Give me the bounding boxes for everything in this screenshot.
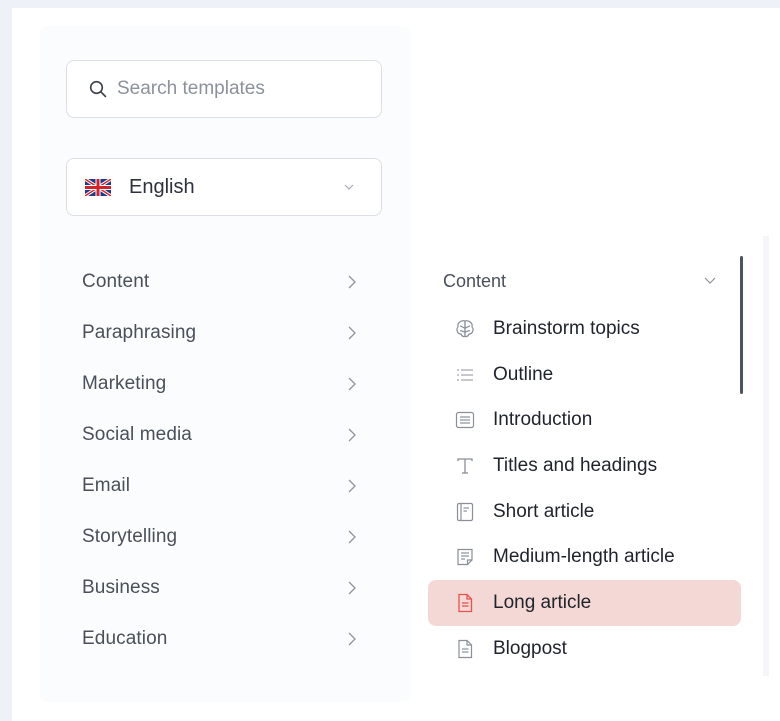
chevron-right-icon <box>348 632 356 645</box>
category-item-storytelling[interactable]: Storytelling <box>82 511 372 562</box>
template-label: Titles and headings <box>493 454 658 476</box>
template-item-introduction[interactable]: Introduction <box>428 397 741 443</box>
category-label: Email <box>82 474 131 496</box>
category-label: Paraphrasing <box>82 321 197 343</box>
category-label: Social media <box>82 423 192 445</box>
list-icon <box>454 364 476 386</box>
short-article-icon <box>454 501 476 523</box>
category-item-email[interactable]: Email <box>82 460 372 511</box>
template-label: Brainstorm topics <box>493 317 640 339</box>
template-label: Short article <box>493 500 595 522</box>
category-label: Business <box>82 576 160 598</box>
search-input[interactable] <box>117 78 357 100</box>
medium-article-icon <box>454 546 476 568</box>
category-label: Marketing <box>82 372 167 394</box>
chevron-right-icon <box>348 479 356 492</box>
template-item-outline[interactable]: Outline <box>428 352 741 398</box>
language-select[interactable]: English <box>66 158 382 216</box>
chevron-right-icon <box>348 377 356 390</box>
text-t-icon <box>454 455 476 477</box>
category-label: Content <box>82 270 150 292</box>
chevron-down-icon <box>344 184 354 190</box>
category-list: Content Paraphrasing Marketing Social me… <box>82 256 372 664</box>
paragraph-box-icon <box>454 409 476 431</box>
chevron-right-icon <box>348 581 356 594</box>
category-item-paraphrasing[interactable]: Paraphrasing <box>82 307 372 358</box>
template-item-blogpost[interactable]: Blogpost <box>428 626 741 672</box>
template-item-medium-length-article[interactable]: Medium-length article <box>428 534 741 580</box>
chevron-right-icon <box>348 428 356 441</box>
blogpost-icon <box>454 638 476 660</box>
chevron-right-icon <box>348 275 356 288</box>
template-label: Blogpost <box>493 637 567 659</box>
category-item-content[interactable]: Content <box>82 256 372 307</box>
template-label: Medium-length article <box>493 546 675 568</box>
submenu-title: Content <box>443 270 507 291</box>
template-item-short-article[interactable]: Short article <box>428 489 741 535</box>
category-label: Storytelling <box>82 525 178 547</box>
submenu-header[interactable]: Content <box>443 266 725 296</box>
chevron-right-icon <box>348 530 356 543</box>
template-label: Outline <box>493 363 554 385</box>
template-label: Introduction <box>493 409 593 431</box>
chevron-right-icon <box>348 326 356 339</box>
category-label: Education <box>82 627 168 649</box>
template-list: Brainstorm topics Outline Introduction T… <box>428 306 741 672</box>
template-item-long-article[interactable]: Long article <box>428 580 741 626</box>
search-box[interactable] <box>66 60 382 118</box>
category-item-marketing[interactable]: Marketing <box>82 358 372 409</box>
uk-flag-icon <box>85 178 111 196</box>
template-label: Long article <box>493 591 592 613</box>
category-item-social-media[interactable]: Social media <box>82 409 372 460</box>
template-item-titles-and-headings[interactable]: Titles and headings <box>428 443 741 489</box>
template-item-brainstorm-topics[interactable]: Brainstorm topics <box>428 306 741 352</box>
search-icon <box>89 80 107 98</box>
category-item-business[interactable]: Business <box>82 562 372 613</box>
brain-icon <box>454 318 476 340</box>
panel-edge <box>763 236 769 676</box>
chevron-down-icon <box>704 277 716 284</box>
category-item-education[interactable]: Education <box>82 613 372 664</box>
long-article-icon <box>454 592 476 614</box>
language-label: English <box>129 175 195 198</box>
